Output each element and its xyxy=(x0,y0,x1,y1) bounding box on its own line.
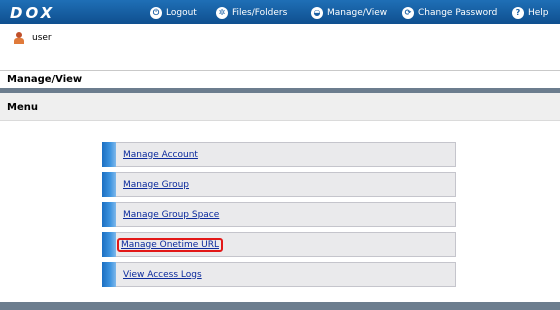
footer-bar xyxy=(0,302,560,310)
folders-icon: ✲ xyxy=(216,7,228,19)
view-access-logs-link[interactable]: View Access Logs xyxy=(120,268,205,282)
files-folders-label: Files/Folders xyxy=(232,8,288,18)
menu-title: Menu xyxy=(7,102,38,113)
menu-item-accent xyxy=(102,172,116,197)
menu-header: Menu xyxy=(0,93,560,121)
help-link[interactable]: ? Help xyxy=(512,6,549,20)
menu-item-manage-group: Manage Group xyxy=(102,172,456,197)
dox-logo: DOX xyxy=(10,4,56,22)
change-password-link[interactable]: ⟳ Change Password xyxy=(402,6,497,20)
menu-item-manage-onetime-url: Manage Onetime URL xyxy=(102,232,456,257)
change-password-label: Change Password xyxy=(418,8,498,18)
menu-item-accent xyxy=(102,202,116,227)
menu-list: Manage Account Manage Group Manage Group… xyxy=(102,142,456,292)
breadcrumb: Manage/View xyxy=(7,74,83,85)
menu-item-accent xyxy=(102,142,116,167)
logout-icon: ⏻ xyxy=(150,7,162,19)
top-nav-bar: DOX ⏻ Logout ✲ Files/Folders ◒ Manage/Vi… xyxy=(0,0,560,24)
manage-view-link[interactable]: ◒ Manage/View xyxy=(311,6,387,20)
manage-view-label: Manage/View xyxy=(327,8,388,18)
help-icon: ? xyxy=(512,7,524,19)
manage-onetime-url-link[interactable]: Manage Onetime URL xyxy=(117,237,223,252)
manage-account-link[interactable]: Manage Account xyxy=(120,148,201,162)
menu-item-accent xyxy=(102,262,116,287)
divider xyxy=(0,70,560,71)
logout-label: Logout xyxy=(166,8,197,18)
logout-link[interactable]: ⏻ Logout xyxy=(150,6,197,20)
refresh-icon: ⟳ xyxy=(402,7,414,19)
menu-item-manage-group-space: Manage Group Space xyxy=(102,202,456,227)
manage-group-link[interactable]: Manage Group xyxy=(120,178,192,192)
menu-item-accent xyxy=(102,232,116,257)
menu-item-view-access-logs: View Access Logs xyxy=(102,262,456,287)
manage-group-space-link[interactable]: Manage Group Space xyxy=(120,208,222,222)
user-icon xyxy=(14,32,24,44)
menu-item-manage-account: Manage Account xyxy=(102,142,456,167)
files-folders-link[interactable]: ✲ Files/Folders xyxy=(216,6,287,20)
manage-icon: ◒ xyxy=(311,7,323,19)
user-name: user xyxy=(32,33,52,43)
user-info: user xyxy=(14,32,52,44)
help-label: Help xyxy=(528,8,549,18)
